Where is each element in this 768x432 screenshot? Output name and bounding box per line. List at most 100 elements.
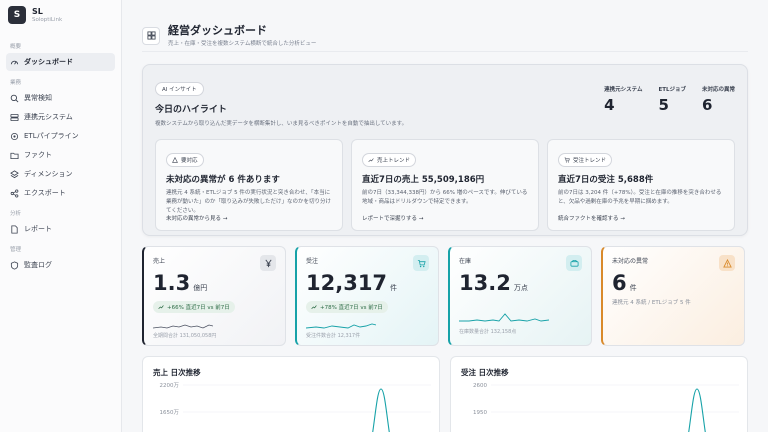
insight-title: 直近7日の売上 55,509,186円: [362, 175, 485, 185]
insight-tag-label: 受注トレンド: [573, 158, 607, 164]
layers-icon: [10, 169, 19, 179]
kpi-label: 売上: [153, 258, 166, 265]
nav-section-label: 分析: [10, 211, 22, 217]
nav-section-label: 業務: [10, 80, 22, 86]
ai-stat-etl: ETLジョブ 5: [658, 85, 686, 114]
insight-title: 未対応の異常が 6 件あります: [166, 175, 280, 185]
nav-section-label: 概要: [10, 44, 22, 50]
kpi-footnote: 受注件数合計 12,317件: [306, 333, 361, 339]
kpi-footnote: 在庫数量合計 132,158点: [459, 329, 517, 335]
kpi-card-anomalies[interactable]: 未対応の異常 6件 連携元 4 系統 / ETLジョブ 5 件: [601, 246, 745, 346]
brand[interactable]: S SL SoloptiLink: [6, 6, 115, 36]
sidebar-item-label: ETLパイプライン: [24, 132, 79, 140]
kpi-value: 12,317: [306, 271, 388, 295]
sidebar-item-facts[interactable]: ファクト: [6, 146, 115, 164]
gauge-icon: [10, 58, 19, 67]
kpi-trend-badge: +78% 直近7日 vs 前7日: [306, 301, 388, 313]
sidebar-item-sources[interactable]: 連携元システム: [6, 108, 115, 126]
kpi-trend-label: +66% 直近7日 vs 前7日: [167, 305, 230, 311]
kpi-trend-label: +78% 直近7日 vs 前7日: [320, 305, 383, 311]
insight-tag-label: 売上トレンド: [377, 158, 411, 164]
chart-title: 売上 日次推移: [153, 368, 201, 377]
kpi-unit: 億円: [193, 284, 208, 292]
kpi-value: 13.2: [459, 271, 511, 295]
insight-link[interactable]: 未対応の異常から見る →: [166, 214, 227, 222]
sidebar-item-dimensions[interactable]: ディメンション: [6, 165, 115, 183]
kpi-card-sales[interactable]: 売上 1.3 億円 +66% 直近7日 vs 前7日 全期間合計 131,050,…: [142, 246, 286, 346]
share-icon: [10, 188, 19, 198]
sidebar-item-label: エクスポート: [24, 189, 66, 197]
sidebar-item-label: レポート: [24, 225, 52, 233]
brand-name: SL: [32, 6, 43, 16]
sidebar-item-dashboard[interactable]: ダッシュボード: [6, 53, 115, 71]
kpi-card-inventory[interactable]: 在庫 13.2 万点 在庫数量合計 132,158点: [448, 246, 592, 346]
chart-title: 受注 日次推移: [461, 368, 509, 377]
sidebar-item-export[interactable]: エクスポート: [6, 184, 115, 202]
box-icon: [566, 255, 582, 271]
sidebar-item-label: 監査ログ: [24, 261, 52, 269]
sidebar-item-label: 異常検知: [24, 94, 52, 102]
insight-tag: 要対応: [166, 153, 204, 167]
insight-card-sales: 売上トレンド 直近7日の売上 55,509,186円 前の7日（33,344,3…: [351, 139, 539, 231]
kpi-row: 売上 1.3 億円 +66% 直近7日 vs 前7日 全期間合計 131,050,…: [142, 246, 748, 346]
ai-stats: 連携元システム 4 ETLジョブ 5 未対応の異常 6: [604, 85, 735, 114]
ai-stat-sources: 連携元システム 4: [604, 85, 642, 114]
main-content: 経営ダッシュボード 売上・在庫・受注を複数システム横断で統合した分析ビュー AI…: [122, 0, 768, 432]
y-tick-label: 1950: [473, 410, 487, 416]
ai-description: 複数システムから取り込んだ実データを横断集計し、いま見るべきポイントを自動で抽出…: [155, 121, 408, 127]
insight-text: 前の7日（33,344,338円）から 66% 増のペースです。伸びている地域・…: [362, 190, 528, 205]
kpi-sparkline: [306, 323, 376, 329]
sales-series-line: [372, 388, 390, 432]
ai-stat-label: 未対応の異常: [701, 87, 735, 93]
ai-highlight-card: AI インサイト 今日のハイライト 複数システムから取り込んだ実データを横断集計…: [142, 64, 748, 236]
y-tick-label: 2200万: [160, 382, 180, 389]
trend-up-icon: [311, 305, 317, 310]
kpi-unit: 万点: [513, 284, 528, 292]
sidebar-item-label: ファクト: [24, 151, 52, 159]
brand-logo: S: [8, 6, 26, 24]
sidebar-item-label: ダッシュボード: [24, 58, 73, 66]
ai-stat-value: 6: [701, 96, 713, 114]
chart-row: 売上 日次推移 2200万 1650万 受注 日次推移 2600 1950: [142, 356, 748, 432]
sidebar-item-label: 連携元システム: [24, 113, 73, 121]
sidebar: S SL SoloptiLink 概要 ダッシュボード 業務 異常検知 連携元シ…: [0, 0, 122, 432]
kpi-label: 受注: [306, 258, 319, 265]
dashboard-icon: [142, 26, 160, 45]
kpi-sparkline: [459, 313, 549, 322]
page-title: 経営ダッシュボード: [168, 24, 267, 37]
kpi-value: 1.3: [153, 271, 191, 295]
insight-tag-label: 要対応: [181, 158, 198, 164]
server-icon: [10, 113, 19, 122]
insight-title: 直近7日の受注 5,688件: [558, 175, 654, 185]
warning-icon: [719, 255, 735, 271]
sidebar-item-audit[interactable]: 監査ログ: [6, 256, 115, 274]
alert-icon: [172, 157, 178, 163]
kpi-footnote: 連携元 4 系統 / ETLジョブ 5 件: [612, 300, 691, 306]
cart-icon: [564, 157, 570, 163]
kpi-unit: 件: [629, 284, 637, 292]
yen-icon: [260, 255, 276, 271]
insight-link[interactable]: レポートで深掘りする →: [362, 214, 423, 222]
sidebar-item-anomaly[interactable]: 異常検知: [6, 89, 115, 107]
kpi-value: 6: [612, 271, 627, 295]
ai-stat-anomalies: 未対応の異常 6: [702, 85, 735, 114]
kpi-label: 未対応の異常: [612, 258, 649, 265]
insight-link[interactable]: 統合ファクトを確認する →: [558, 214, 625, 222]
insight-text: 連携元 4 系統・ETLジョブ 5 件の実行状況と突き合わせ、「本当に業務が動い…: [166, 190, 332, 214]
insight-text: 前の7日は 3,204 件（+78%）。受注と在庫の推移を突き合わせると、欠品や…: [558, 190, 722, 205]
insight-card-action: 要対応 未対応の異常が 6 件あります 連携元 4 系統・ETLジョブ 5 件の…: [155, 139, 343, 231]
chart-sales-daily: 売上 日次推移 2200万 1650万: [142, 356, 440, 432]
kpi-card-orders[interactable]: 受注 12,317 件 +78% 直近7日 vs 前7日 受注件数合計 12,31…: [295, 246, 439, 346]
insight-tag: 売上トレンド: [362, 153, 417, 167]
chart-plot: 2200万 1650万: [160, 382, 431, 432]
sidebar-item-reports[interactable]: レポート: [6, 220, 115, 238]
search-icon: [10, 94, 19, 103]
y-tick-label: 2600: [473, 383, 487, 389]
insight-tag: 受注トレンド: [558, 153, 613, 167]
document-icon: [10, 224, 19, 234]
nav-section-label: 管理: [10, 247, 22, 253]
cart-icon: [413, 255, 429, 271]
kpi-label: 在庫: [459, 258, 472, 265]
chart-orders-daily: 受注 日次推移 2600 1950: [450, 356, 748, 432]
sidebar-item-etl[interactable]: ETLパイプライン: [6, 127, 115, 145]
